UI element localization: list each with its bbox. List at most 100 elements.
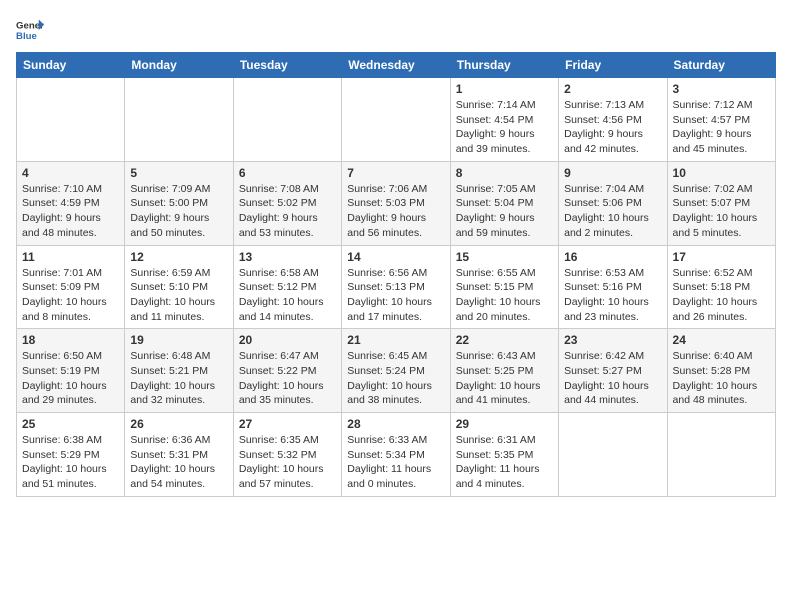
day-number: 19 (130, 333, 227, 347)
day-info: Sunrise: 6:59 AMSunset: 5:10 PMDaylight:… (130, 266, 227, 325)
day-info: Sunrise: 6:47 AMSunset: 5:22 PMDaylight:… (239, 349, 336, 408)
calendar-cell (342, 78, 450, 162)
day-number: 27 (239, 417, 336, 431)
day-of-week-header: Saturday (667, 53, 775, 78)
calendar-cell: 20 Sunrise: 6:47 AMSunset: 5:22 PMDayligh… (233, 329, 341, 413)
calendar-cell: 24 Sunrise: 6:40 AMSunset: 5:28 PMDayligh… (667, 329, 775, 413)
day-info: Sunrise: 6:36 AMSunset: 5:31 PMDaylight:… (130, 433, 227, 492)
day-number: 18 (22, 333, 119, 347)
day-number: 11 (22, 250, 119, 264)
day-info: Sunrise: 6:50 AMSunset: 5:19 PMDaylight:… (22, 349, 119, 408)
day-of-week-header: Monday (125, 53, 233, 78)
day-number: 14 (347, 250, 444, 264)
calendar-cell: 25 Sunrise: 6:38 AMSunset: 5:29 PMDayligh… (17, 413, 125, 497)
day-info: Sunrise: 7:08 AMSunset: 5:02 PMDaylight:… (239, 182, 336, 241)
day-info: Sunrise: 7:14 AMSunset: 4:54 PMDaylight:… (456, 98, 553, 157)
day-info: Sunrise: 6:35 AMSunset: 5:32 PMDaylight:… (239, 433, 336, 492)
day-number: 7 (347, 166, 444, 180)
calendar-cell: 26Sunrise: 6:36 AMSunset: 5:31 PMDayligh… (125, 413, 233, 497)
day-info: Sunrise: 6:33 AMSunset: 5:34 PMDaylight:… (347, 433, 444, 492)
day-info: Sunrise: 7:12 AMSunset: 4:57 PMDaylight:… (673, 98, 770, 157)
calendar-week-row: 25 Sunrise: 6:38 AMSunset: 5:29 PMDayligh… (17, 413, 776, 497)
calendar-cell: 4 Sunrise: 7:10 AMSunset: 4:59 PMDaylight… (17, 161, 125, 245)
calendar-cell: 3 Sunrise: 7:12 AMSunset: 4:57 PMDaylight… (667, 78, 775, 162)
day-number: 5 (130, 166, 227, 180)
day-number: 2 (564, 82, 661, 96)
day-info: Sunrise: 6:58 AMSunset: 5:12 PMDaylight:… (239, 266, 336, 325)
calendar-week-row: 4 Sunrise: 7:10 AMSunset: 4:59 PMDaylight… (17, 161, 776, 245)
calendar-cell (559, 413, 667, 497)
calendar-cell: 17Sunrise: 6:52 AMSunset: 5:18 PMDayligh… (667, 245, 775, 329)
calendar-cell: 18 Sunrise: 6:50 AMSunset: 5:19 PMDayligh… (17, 329, 125, 413)
calendar-cell: 11Sunrise: 7:01 AMSunset: 5:09 PMDayligh… (17, 245, 125, 329)
day-number: 20 (239, 333, 336, 347)
day-number: 21 (347, 333, 444, 347)
calendar-cell: 23 Sunrise: 6:42 AMSunset: 5:27 PMDayligh… (559, 329, 667, 413)
day-info: Sunrise: 6:55 AMSunset: 5:15 PMDaylight:… (456, 266, 553, 325)
calendar-header-row: SundayMondayTuesdayWednesdayThursdayFrid… (17, 53, 776, 78)
day-number: 17 (673, 250, 770, 264)
day-of-week-header: Friday (559, 53, 667, 78)
calendar-week-row: 1 Sunrise: 7:14 AMSunset: 4:54 PMDaylight… (17, 78, 776, 162)
calendar-cell: 5Sunrise: 7:09 AMSunset: 5:00 PMDaylight… (125, 161, 233, 245)
day-number: 10 (673, 166, 770, 180)
day-of-week-header: Thursday (450, 53, 558, 78)
calendar-cell: 28 Sunrise: 6:33 AMSunset: 5:34 PMDayligh… (342, 413, 450, 497)
day-info: Sunrise: 6:45 AMSunset: 5:24 PMDaylight:… (347, 349, 444, 408)
calendar-cell: 8 Sunrise: 7:05 AMSunset: 5:04 PMDaylight… (450, 161, 558, 245)
day-of-week-header: Tuesday (233, 53, 341, 78)
calendar-cell: 16Sunrise: 6:53 AMSunset: 5:16 PMDayligh… (559, 245, 667, 329)
day-info: Sunrise: 6:40 AMSunset: 5:28 PMDaylight:… (673, 349, 770, 408)
calendar-cell: 1 Sunrise: 7:14 AMSunset: 4:54 PMDaylight… (450, 78, 558, 162)
calendar-cell: 21 Sunrise: 6:45 AMSunset: 5:24 PMDayligh… (342, 329, 450, 413)
day-number: 15 (456, 250, 553, 264)
calendar-cell: 19 Sunrise: 6:48 AMSunset: 5:21 PMDayligh… (125, 329, 233, 413)
calendar-table: SundayMondayTuesdayWednesdayThursdayFrid… (16, 52, 776, 497)
logo: General Blue (16, 16, 44, 44)
calendar-cell: 29 Sunrise: 6:31 AMSunset: 5:35 PMDayligh… (450, 413, 558, 497)
calendar-cell: 27 Sunrise: 6:35 AMSunset: 5:32 PMDayligh… (233, 413, 341, 497)
day-number: 22 (456, 333, 553, 347)
calendar-cell: 15 Sunrise: 6:55 AMSunset: 5:15 PMDayligh… (450, 245, 558, 329)
day-number: 3 (673, 82, 770, 96)
calendar-cell (17, 78, 125, 162)
calendar-week-row: 18 Sunrise: 6:50 AMSunset: 5:19 PMDayligh… (17, 329, 776, 413)
calendar-cell: 10 Sunrise: 7:02 AMSunset: 5:07 PMDayligh… (667, 161, 775, 245)
calendar-cell: 14 Sunrise: 6:56 AMSunset: 5:13 PMDayligh… (342, 245, 450, 329)
day-info: Sunrise: 6:43 AMSunset: 5:25 PMDaylight:… (456, 349, 553, 408)
day-info: Sunrise: 6:53 AMSunset: 5:16 PMDaylight:… (564, 266, 661, 325)
day-info: Sunrise: 7:02 AMSunset: 5:07 PMDaylight:… (673, 182, 770, 241)
day-number: 29 (456, 417, 553, 431)
day-info: Sunrise: 6:31 AMSunset: 5:35 PMDaylight:… (456, 433, 553, 492)
day-of-week-header: Wednesday (342, 53, 450, 78)
day-number: 23 (564, 333, 661, 347)
day-number: 24 (673, 333, 770, 347)
calendar-cell (233, 78, 341, 162)
day-info: Sunrise: 6:38 AMSunset: 5:29 PMDaylight:… (22, 433, 119, 492)
day-number: 4 (22, 166, 119, 180)
day-info: Sunrise: 6:42 AMSunset: 5:27 PMDaylight:… (564, 349, 661, 408)
day-info: Sunrise: 7:10 AMSunset: 4:59 PMDaylight:… (22, 182, 119, 241)
day-number: 28 (347, 417, 444, 431)
calendar-cell: 2 Sunrise: 7:13 AMSunset: 4:56 PMDaylight… (559, 78, 667, 162)
day-number: 1 (456, 82, 553, 96)
page-header: General Blue (16, 16, 776, 44)
day-info: Sunrise: 7:13 AMSunset: 4:56 PMDaylight:… (564, 98, 661, 157)
calendar-cell: 7 Sunrise: 7:06 AMSunset: 5:03 PMDaylight… (342, 161, 450, 245)
logo-icon: General Blue (16, 16, 44, 44)
day-number: 8 (456, 166, 553, 180)
calendar-cell: 12Sunrise: 6:59 AMSunset: 5:10 PMDayligh… (125, 245, 233, 329)
calendar-week-row: 11Sunrise: 7:01 AMSunset: 5:09 PMDayligh… (17, 245, 776, 329)
day-info: Sunrise: 7:06 AMSunset: 5:03 PMDaylight:… (347, 182, 444, 241)
calendar-cell: 6Sunrise: 7:08 AMSunset: 5:02 PMDaylight… (233, 161, 341, 245)
calendar-cell: 22 Sunrise: 6:43 AMSunset: 5:25 PMDayligh… (450, 329, 558, 413)
day-info: Sunrise: 6:48 AMSunset: 5:21 PMDaylight:… (130, 349, 227, 408)
day-info: Sunrise: 6:56 AMSunset: 5:13 PMDaylight:… (347, 266, 444, 325)
calendar-cell (667, 413, 775, 497)
day-number: 9 (564, 166, 661, 180)
day-number: 25 (22, 417, 119, 431)
day-info: Sunrise: 7:04 AMSunset: 5:06 PMDaylight:… (564, 182, 661, 241)
day-info: Sunrise: 7:05 AMSunset: 5:04 PMDaylight:… (456, 182, 553, 241)
calendar-cell (125, 78, 233, 162)
svg-text:Blue: Blue (16, 31, 37, 42)
